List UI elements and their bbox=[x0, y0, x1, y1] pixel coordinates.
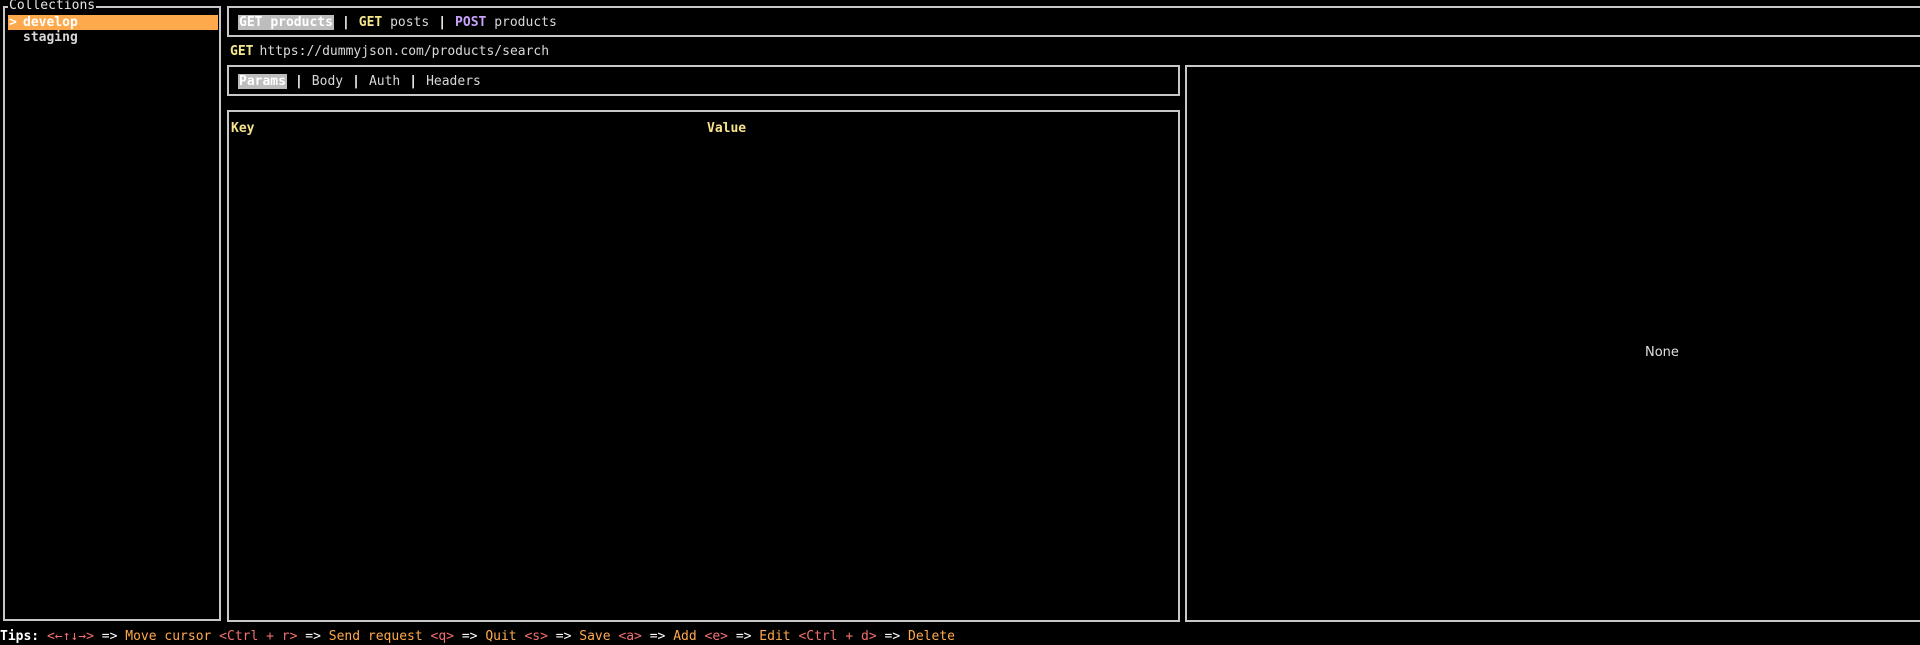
tip-move-cursor: <←↑↓→> => Move cursor bbox=[46, 629, 212, 644]
url-input[interactable]: https://dummyjson.com/products/search bbox=[259, 44, 549, 59]
tip-add: <a> => Add bbox=[618, 629, 697, 644]
tab-auth[interactable]: Auth bbox=[368, 74, 401, 89]
collection-item-develop[interactable]: > develop bbox=[8, 15, 218, 30]
collections-panel: Collections > develop staging bbox=[3, 0, 221, 621]
url-method: GET bbox=[230, 44, 254, 59]
url-bar[interactable]: GET https://dummyjson.com/products/search bbox=[230, 44, 549, 59]
request-tab-get-posts[interactable]: GET posts bbox=[358, 15, 430, 30]
tab-headers[interactable]: Headers bbox=[425, 74, 482, 89]
tip-edit: <e> => Edit bbox=[704, 629, 791, 644]
tab-separator: | bbox=[294, 74, 303, 89]
tab-separator: | bbox=[352, 74, 360, 89]
collection-label: develop bbox=[23, 15, 78, 30]
response-panel: None bbox=[1185, 65, 1920, 622]
tip-send-request: <Ctrl + r> => Send request bbox=[219, 629, 423, 644]
collection-item-staging[interactable]: staging bbox=[8, 30, 218, 45]
request-tab-get-products[interactable]: GET products bbox=[238, 15, 334, 30]
column-header-value: Value bbox=[707, 121, 747, 136]
tab-separator: | bbox=[438, 15, 447, 30]
collections-title: Collections bbox=[8, 0, 97, 13]
tip-save: <s> => Save bbox=[524, 629, 611, 644]
tab-params[interactable]: Params bbox=[238, 74, 287, 89]
param-tabs-bar: Params | Body | Auth | Headers bbox=[227, 65, 1180, 96]
app-window: Collections > develop staging GET product… bbox=[0, 0, 1920, 645]
selection-marker-icon: > bbox=[9, 15, 17, 30]
collection-label: staging bbox=[23, 30, 78, 45]
tips-label: Tips: bbox=[0, 629, 40, 644]
request-tab-post-products[interactable]: POST products bbox=[454, 15, 558, 30]
response-body: None bbox=[1645, 345, 1679, 360]
tip-quit: <q> => Quit bbox=[430, 629, 517, 644]
tab-separator: | bbox=[409, 74, 418, 89]
request-tabs-bar: GET products | GET posts | POST products bbox=[227, 6, 1920, 37]
tab-separator: | bbox=[341, 15, 350, 30]
tips-bar: Tips: <←↑↓→> => Move cursor <Ctrl + r> =… bbox=[0, 630, 955, 644]
tip-delete: <Ctrl + d> => Delete bbox=[798, 629, 955, 644]
tab-body[interactable]: Body bbox=[311, 74, 344, 89]
column-header-key: Key bbox=[231, 121, 255, 136]
params-table: Key Value bbox=[227, 110, 1180, 622]
